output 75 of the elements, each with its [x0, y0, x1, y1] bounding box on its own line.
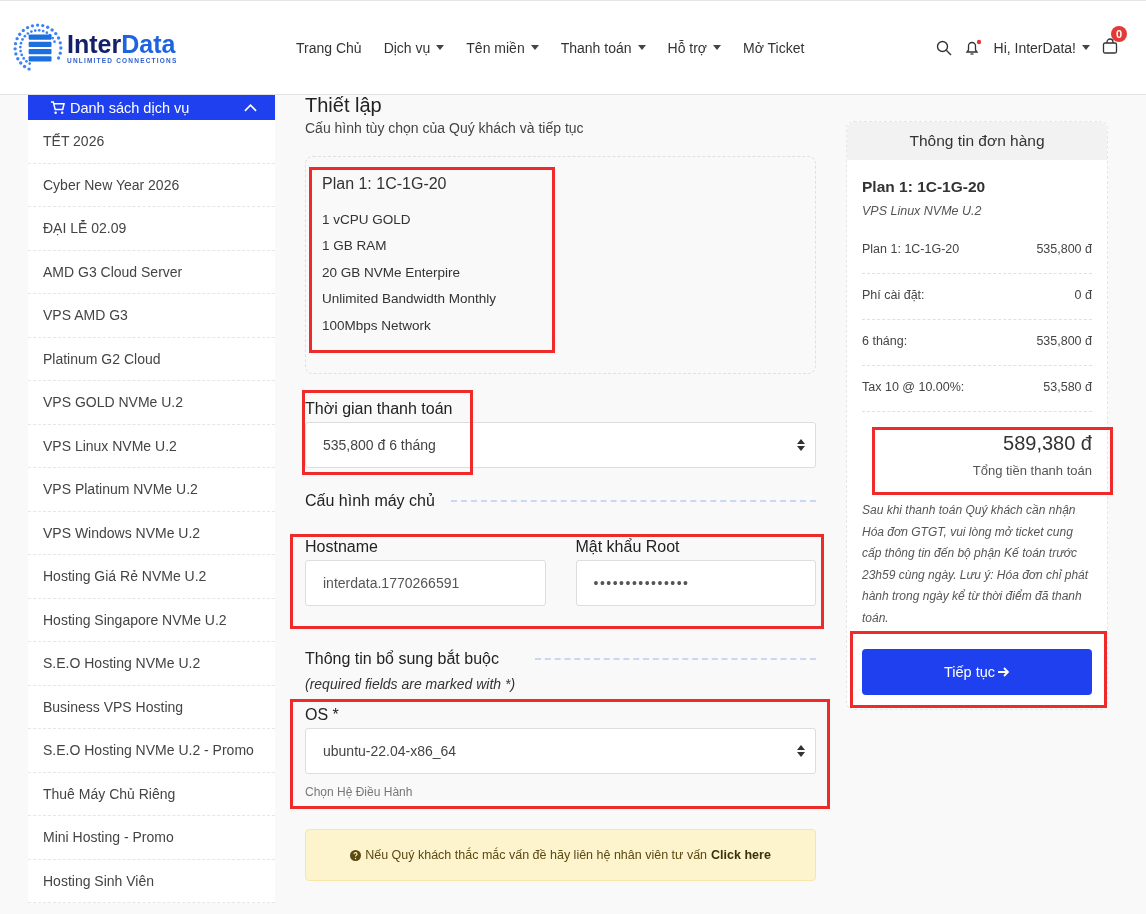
os-select[interactable]: ubuntu-22.04-x86_64 — [305, 728, 816, 774]
plan-name: Plan 1: 1C-1G-20 — [322, 175, 448, 193]
continue-button[interactable]: Tiếp tục — [862, 649, 1092, 695]
hostname-field[interactable]: interdata.1770266591 — [305, 560, 546, 606]
plan-feature: 1 vCPU GOLD — [322, 211, 412, 229]
sidebar-item[interactable]: TẾT 2026 — [28, 120, 275, 164]
line-label: Tax 10 @ 10.00%: — [862, 380, 965, 394]
sidebar-item[interactable]: Platinum G2 Cloud — [28, 337, 275, 381]
password-field[interactable]: ••••••••••••••• — [575, 560, 816, 606]
sort-icon — [797, 439, 805, 451]
logo-icon — [12, 21, 64, 74]
sidebar-item[interactable]: Hosting Singapore NVMe U.2 — [28, 598, 275, 642]
line-amount: 53,580 đ — [1043, 380, 1092, 394]
nav-link[interactable]: Tên miền — [466, 39, 539, 56]
total-label: Tổng tiền thanh toán — [971, 463, 1092, 478]
sidebar-item[interactable]: VPS GOLD NVMe U.2 — [28, 381, 275, 425]
sidebar-item[interactable]: Business VPS Hosting — [28, 685, 275, 729]
contact-link[interactable]: Click here — [711, 848, 771, 862]
field-label: Thời gian thanh toán — [305, 400, 454, 418]
cart-count-badge: 0 — [1111, 25, 1127, 42]
page-subtitle: Cấu hình tùy chọn của Quý khách và tiếp tục — [305, 120, 585, 136]
line-label: Phí cài đặt: — [862, 288, 925, 302]
bell-icon[interactable] — [963, 38, 982, 57]
help-icon — [350, 849, 362, 861]
sidebar-item[interactable]: S.E.O Hosting NVMe U.2 — [28, 642, 275, 686]
sidebar-item[interactable]: VPS AMD G3 — [28, 294, 275, 338]
plan-feature: 100Mbps Network — [322, 316, 432, 335]
invoice-note: Sau khi thanh toán Quý khách cần nhận Hóa đơn GTGT, vui lòng mở ticket cung cấp thông tin đến bộ phận Kế toán trước 23h59 cùng ngày. Lưu ý: Hóa đơn chỉ phát hành trong ngày kể từ thời điểm đã thanh toán. — [862, 502, 1090, 627]
plan-feature: 20 GB NVMe Enterpire — [322, 263, 462, 282]
nav-link[interactable]: Hỗ trợ — [667, 39, 722, 56]
sidebar-item[interactable]: AMD G3 Cloud Server — [28, 250, 275, 294]
nav-link[interactable]: Thanh toán — [560, 39, 646, 56]
logo-text: InterData — [67, 31, 177, 57]
field-label: OS * — [305, 706, 340, 724]
notice-text: Nếu Quý khách thắc mắc vấn đề hãy liên hệ nhân viên tư vấn — [365, 848, 708, 862]
help-text: Chọn Hệ Điều Hành — [305, 785, 414, 799]
required-note: (required fields are marked with *) — [305, 676, 517, 692]
sidebar-item[interactable]: Cyber New Year 2026 — [28, 163, 275, 207]
sort-icon — [797, 745, 805, 757]
nav-link[interactable]: Mở Ticket — [743, 39, 805, 56]
nav-link[interactable]: Dịch vụ — [383, 39, 445, 56]
collapse-icon[interactable] — [244, 103, 257, 112]
field-label: Hostname — [305, 538, 379, 556]
sidebar-item[interactable]: VPS Platinum NVMe U.2 — [28, 468, 275, 512]
line-label: 6 tháng: — [862, 334, 908, 348]
sidebar-item[interactable]: ĐẠI LỄ 02.09 — [28, 207, 275, 251]
plan-feature: Unlimited Bandwidth Monthly — [322, 290, 498, 309]
sidebar-item[interactable]: VPS Windows NVMe U.2 — [28, 511, 275, 555]
sidebar-item[interactable]: Hosting Giá Rẻ NVMe U.2 — [28, 555, 275, 599]
cart-icon[interactable] — [1102, 37, 1118, 54]
sidebar-item[interactable]: Mini Hosting - Promo — [28, 816, 275, 860]
line-amount: 535,800 đ — [1036, 334, 1092, 348]
field-label: Mật khẩu Root — [575, 538, 681, 556]
summary-product: VPS Linux NVMe U.2 — [862, 204, 983, 218]
summary-plan: Plan 1: 1C-1G-20 — [862, 178, 987, 196]
sidebar-item[interactable]: Thuê Máy Chủ Riêng — [28, 772, 275, 816]
arrow-icon — [998, 667, 1010, 677]
summary-header: Thông tin đơn hàng — [847, 122, 1107, 160]
sidebar-title: Danh sách dịch vụ — [70, 99, 190, 116]
billing-cycle-select[interactable]: 535,800 đ 6 tháng — [305, 422, 816, 468]
section-title: Thông tin bổ sung bắt buộc — [305, 650, 499, 668]
line-label: Plan 1: 1C-1G-20 — [862, 242, 960, 256]
nav-link[interactable]: Trang Chủ — [296, 39, 362, 56]
caret-icon — [1082, 45, 1090, 50]
plan-feature: 1 GB RAM — [322, 237, 388, 256]
user-menu[interactable]: Hi, InterData! — [993, 39, 1090, 56]
line-amount: 0 đ — [1074, 288, 1092, 302]
total-amount: 589,380 đ — [1002, 432, 1092, 455]
sidebar-item[interactable]: S.E.O Hosting NVMe U.2 - Promo — [28, 729, 275, 773]
search-icon[interactable] — [935, 39, 952, 56]
section-title: Cấu hình máy chủ — [305, 492, 435, 510]
cart-icon — [50, 100, 65, 115]
sidebar-item[interactable]: VPS Linux NVMe U.2 — [28, 424, 275, 468]
sidebar-item[interactable]: Hosting Sinh Viên — [28, 859, 275, 903]
line-amount: 535,800 đ — [1036, 242, 1092, 256]
